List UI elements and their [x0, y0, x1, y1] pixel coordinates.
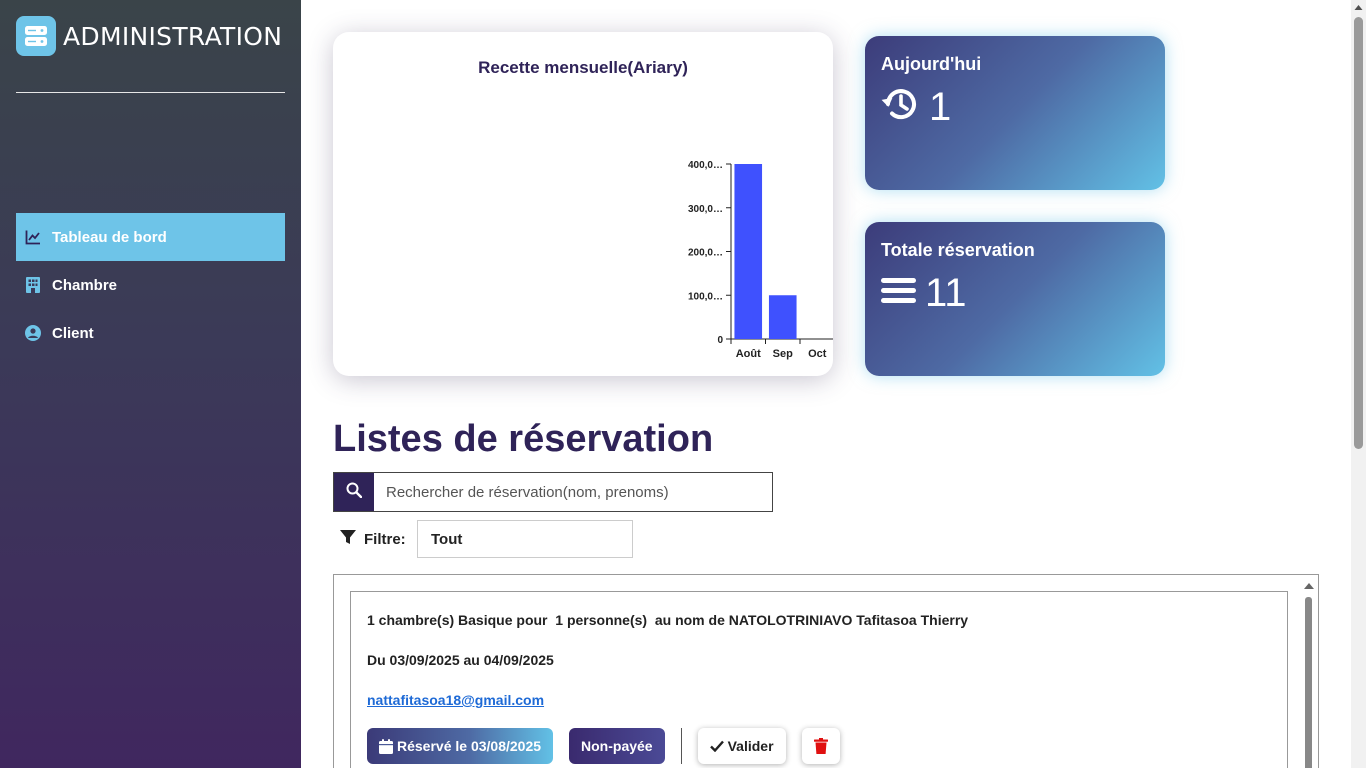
- x-tick-label: Oct: [808, 348, 827, 360]
- reservation-list: 1 chambre(s) Basique pour 1 personne(s) …: [333, 574, 1319, 768]
- divider: [16, 92, 285, 93]
- stat-row: 1: [881, 84, 951, 129]
- brand-title: ADMINISTRATION: [63, 21, 283, 51]
- bar-sep: [768, 295, 797, 339]
- chart-line-icon: [24, 228, 42, 246]
- stat-label: Aujourd'hui: [881, 54, 982, 74]
- bars-icon: [881, 270, 917, 315]
- scroll-up-arrow-icon[interactable]: [1351, 0, 1366, 14]
- bar-août: [734, 164, 763, 339]
- server-icon: [16, 16, 56, 56]
- history-icon: [881, 84, 921, 129]
- page-title: Listes de réservation: [333, 418, 714, 460]
- validate-button[interactable]: Valider: [697, 728, 786, 764]
- y-tick-label: 400,0…: [688, 160, 723, 171]
- reservation-email-link[interactable]: nattafitasoa18@gmail.com: [367, 692, 544, 708]
- filter-select[interactable]: Tout: [417, 520, 633, 558]
- filter-bar: Filtre: Tout: [340, 520, 633, 558]
- stat-value: 1: [929, 84, 952, 129]
- scroll-up-arrow-icon[interactable]: [1303, 582, 1315, 592]
- delete-button[interactable]: [801, 728, 840, 764]
- today-stat-card: Aujourd'hui 1: [865, 36, 1165, 190]
- total-reservations-card: Totale réservation 11: [865, 222, 1165, 376]
- reservation-dates: Du 03/09/2025 au 04/09/2025: [367, 652, 554, 668]
- stat-label: Totale réservation: [881, 240, 1035, 260]
- payment-status-badge: Non-payée: [569, 728, 665, 764]
- y-tick-label: 300,0…: [688, 204, 723, 215]
- revenue-chart-card: Recette mensuelle(Ariary) 0 100,0… 200,0… 3…: [333, 32, 833, 376]
- page-scrollbar-thumb[interactable]: [1354, 17, 1363, 449]
- building-icon: [24, 276, 42, 294]
- y-tick-label: 200,0…: [688, 248, 723, 259]
- filter-label: Filtre:: [364, 530, 406, 548]
- validate-label: Valider: [727, 738, 774, 754]
- y-tick-label: 0: [717, 335, 723, 346]
- x-tick-label: Août: [736, 348, 761, 360]
- search-input[interactable]: [374, 473, 772, 511]
- sidebar-item-client[interactable]: Client: [16, 309, 285, 357]
- sidebar-nav: Tableau de bord Chambre Client: [16, 213, 285, 357]
- sidebar-item-label: Client: [52, 324, 94, 342]
- filter-icon: [340, 529, 356, 550]
- user-circle-icon: [24, 324, 42, 342]
- sidebar-item-tableau-de-bord[interactable]: Tableau de bord: [16, 213, 285, 261]
- calendar-icon: [379, 738, 393, 754]
- search-icon: [346, 482, 363, 503]
- stat-value: 11: [925, 270, 967, 315]
- divider: [680, 728, 682, 764]
- sidebar-item-chambre[interactable]: Chambre: [16, 261, 285, 309]
- list-scrollbar-thumb[interactable]: [1305, 597, 1312, 768]
- check-icon: [709, 740, 724, 752]
- reservation-actions: Réservé le 03/08/2025 Non-payée Valider: [367, 728, 840, 764]
- search-button[interactable]: [334, 473, 374, 511]
- trash-icon: [813, 738, 828, 754]
- sidebar-item-label: Tableau de bord: [52, 228, 167, 246]
- reserved-date-text: Réservé le 03/08/2025: [397, 738, 542, 754]
- y-tick-label: 100,0…: [688, 291, 723, 302]
- reservation-card: 1 chambre(s) Basique pour 1 personne(s) …: [350, 591, 1288, 768]
- stat-row: 11: [881, 270, 967, 315]
- x-tick-label: Sep: [773, 348, 793, 360]
- list-scrollbar[interactable]: [1303, 579, 1315, 768]
- page-scrollbar[interactable]: [1351, 0, 1366, 768]
- sidebar-item-label: Chambre: [52, 276, 118, 294]
- reserved-date-badge: Réservé le 03/08/2025: [367, 728, 554, 764]
- revenue-bar-chart: 0100,0…200,0…300,0…400,0…AoûtSepOctNovDe…: [688, 160, 833, 360]
- sidebar: ADMINISTRATION Tableau de bord Chambre C…: [0, 0, 301, 768]
- search-bar: [333, 472, 773, 512]
- brand: ADMINISTRATION: [16, 16, 282, 56]
- reservation-summary: 1 chambre(s) Basique pour 1 personne(s) …: [367, 612, 969, 628]
